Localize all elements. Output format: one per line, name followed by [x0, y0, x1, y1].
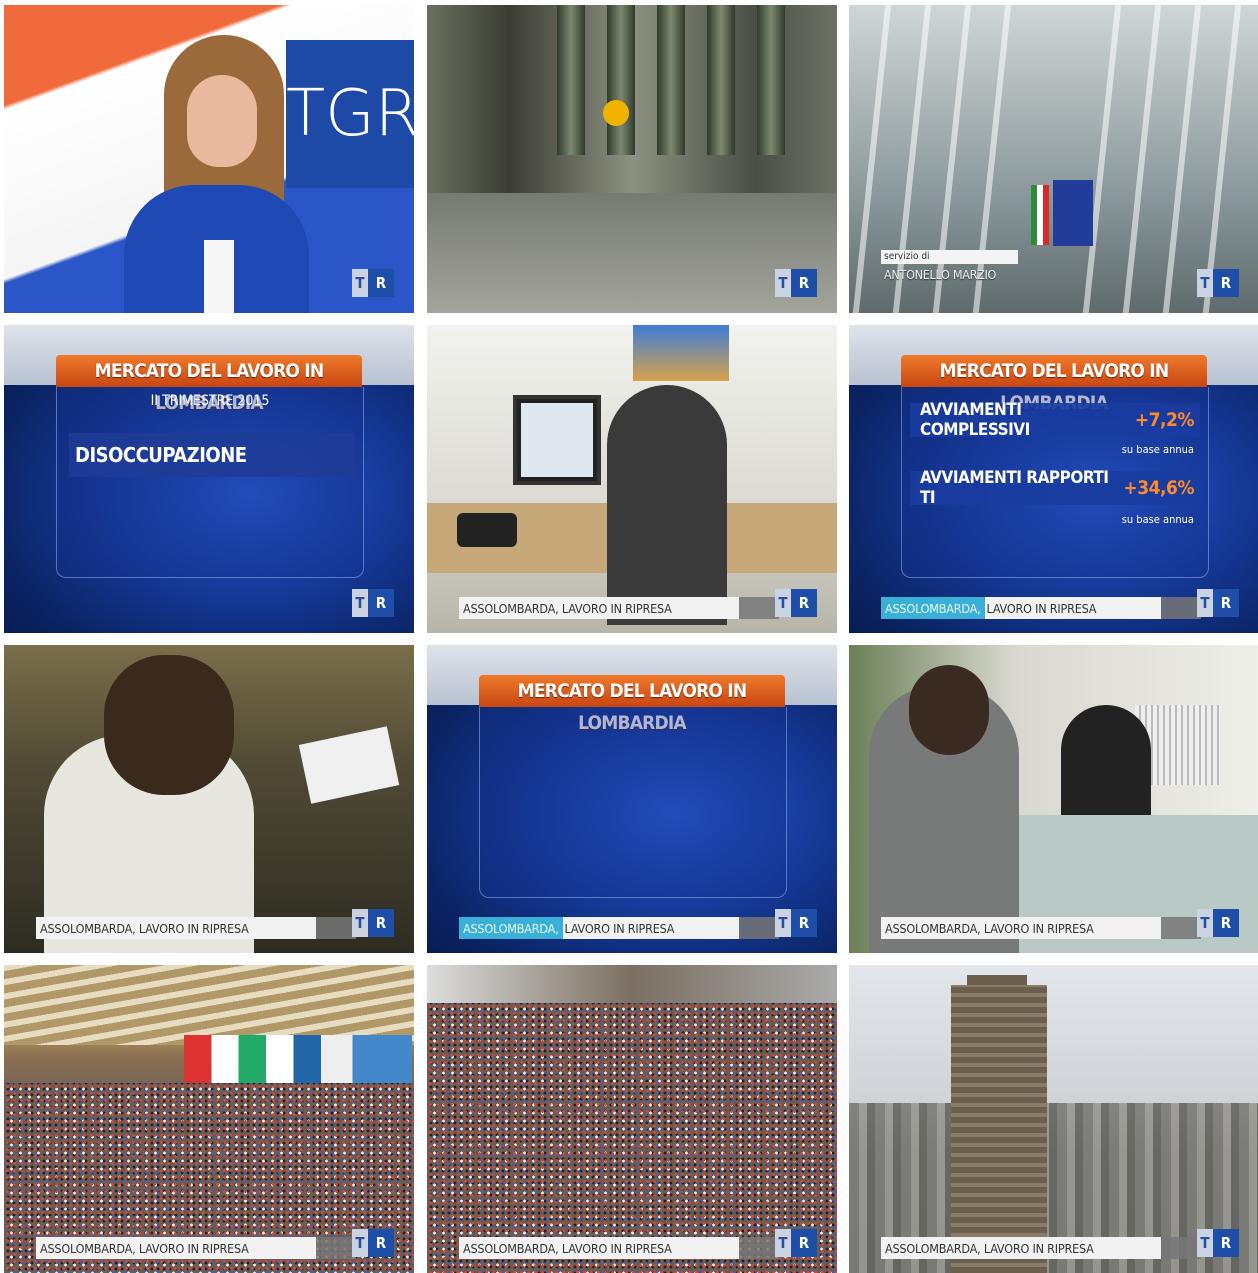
byline-name: ANTONELLO MARZIO	[884, 267, 997, 282]
facade-column	[1162, 5, 1202, 313]
lower-third-caption: ASSOLOMBARDA, LAVORO IN RIPRESA	[36, 1237, 316, 1259]
eu-flag	[1053, 180, 1093, 246]
infographic-topic: DISOCCUPAZIONE	[69, 433, 355, 477]
frame-street-crowd: ASSOLOMBARDA, LAVORO IN RIPRESA TR	[427, 965, 837, 1273]
infographic-panel: II TRIMESTRE 2015 DISOCCUPAZIONE	[56, 387, 364, 578]
frame-meeting: ASSOLOMBARDA, LAVORO IN RIPRESA TR	[849, 645, 1258, 953]
infographic-panel: AVVIAMENTI COMPLESSIVI +7,2% su base ann…	[901, 387, 1209, 578]
tgr-corner-logo: TR	[775, 589, 817, 617]
buildings	[427, 965, 837, 1005]
lower-third-caption: ASSOLOMBARDA, LAVORO IN RIPRESA	[881, 1237, 1161, 1259]
factory-pipe	[757, 5, 785, 155]
wall-painting	[633, 325, 729, 381]
tgr-corner-logo: TR	[352, 1229, 394, 1257]
stat-note: su base annua	[1121, 443, 1194, 456]
tgr-corner-logo: TR	[775, 269, 817, 297]
stat-value: +7,2%	[1134, 409, 1195, 431]
tgr-corner-logo: TR	[1197, 909, 1239, 937]
factory-pipe	[607, 5, 635, 155]
frame-factory: TR	[427, 5, 837, 313]
frame-torre-velasca: ASSOLOMBARDA, LAVORO IN RIPRESA TR	[849, 965, 1258, 1273]
frame-infographic-stats: MERCATO DEL LAVORO IN LOMBARDIA AVVIAMEN…	[849, 325, 1258, 633]
tgr-corner-logo: TR	[1197, 269, 1239, 297]
tgr-corner-logo: TR	[775, 1229, 817, 1257]
facade-column	[1122, 5, 1162, 313]
expo-roof	[4, 965, 414, 1045]
first-worker-hair	[909, 665, 989, 755]
lower-third-caption: ASSOLOMBARDA, LAVORO IN RIPRESA	[881, 597, 1161, 619]
facade-column	[1082, 5, 1122, 313]
italian-flag	[1031, 185, 1049, 245]
tgr-corner-logo: TR	[775, 909, 817, 937]
infographic-title: MERCATO DEL LAVORO IN LOMBARDIA	[901, 355, 1207, 414]
frame-infographic-empty: MERCATO DEL LAVORO IN LOMBARDIA ASSOLOMB…	[427, 645, 837, 953]
anchor-face	[187, 75, 257, 167]
lower-third-caption: ASSOLOMBARDA, LAVORO IN RIPRESA	[459, 597, 739, 619]
factory-pipe	[707, 5, 735, 155]
stat-row: AVVIAMENTI RAPPORTI TI +34,6%	[910, 468, 1200, 508]
hard-hat	[603, 100, 629, 126]
frame-expo-crowd: ASSOLOMBARDA, LAVORO IN RIPRESA TR	[4, 965, 414, 1273]
tgr-corner-logo: TR	[352, 909, 394, 937]
lower-third-caption: ASSOLOMBARDA, LAVORO IN RIPRESA	[36, 917, 316, 939]
computer-monitor	[513, 395, 601, 485]
stat-row: AVVIAMENTI COMPLESSIVI +7,2%	[910, 400, 1200, 440]
lower-third-caption: ASSOLOMBARDA, LAVORO IN RIPRESA	[881, 917, 1161, 939]
tgr-corner-logo: TR	[1197, 589, 1239, 617]
lower-third-caption: ASSOLOMBARDA, LAVORO IN RIPRESA	[459, 917, 739, 939]
frame-anchor-studio: TGR TR	[4, 5, 414, 313]
frame-building-facade: servizio di ANTONELLO MARZIO TR	[849, 5, 1258, 313]
papers	[298, 726, 400, 804]
frame-infographic-unemployment: MERCATO DEL LAVORO IN LOMBARDIA II TRIME…	[4, 325, 414, 633]
infographic-title: MERCATO DEL LAVORO IN LOMBARDIA	[479, 675, 785, 734]
office-worker	[607, 385, 727, 625]
stat-label: AVVIAMENTI COMPLESSIVI	[920, 400, 1030, 440]
frame-phone-worker: ASSOLOMBARDA, LAVORO IN RIPRESA TR	[4, 645, 414, 953]
stat-note: su base annua	[1121, 513, 1194, 526]
factory-pipe	[657, 5, 685, 155]
factory-pipe	[557, 5, 585, 155]
byline-label: servizio di	[881, 250, 1018, 264]
infographic-period: II TRIMESTRE 2015	[150, 393, 270, 409]
worker-hair	[104, 655, 234, 795]
tgr-studio-logo: TGR	[286, 40, 414, 188]
anchor-shirt	[204, 240, 234, 313]
infographic-title: MERCATO DEL LAVORO IN LOMBARDIA	[56, 355, 362, 414]
stat-label: AVVIAMENTI RAPPORTI TI	[920, 468, 1109, 508]
tgr-corner-logo: TR	[352, 269, 394, 297]
infographic-panel	[479, 707, 787, 898]
stat-value: +34,6%	[1123, 477, 1194, 499]
frame-office-computer: ASSOLOMBARDA, LAVORO IN RIPRESA TR	[427, 325, 837, 633]
desk-phone	[457, 513, 517, 547]
tower	[951, 985, 1047, 1273]
facade-column	[1202, 5, 1242, 313]
reporter-byline: servizio di ANTONELLO MARZIO	[881, 250, 1018, 290]
lower-third-caption: ASSOLOMBARDA, LAVORO IN RIPRESA	[459, 1237, 739, 1259]
tgr-corner-logo: TR	[1197, 1229, 1239, 1257]
tgr-corner-logo: TR	[352, 589, 394, 617]
